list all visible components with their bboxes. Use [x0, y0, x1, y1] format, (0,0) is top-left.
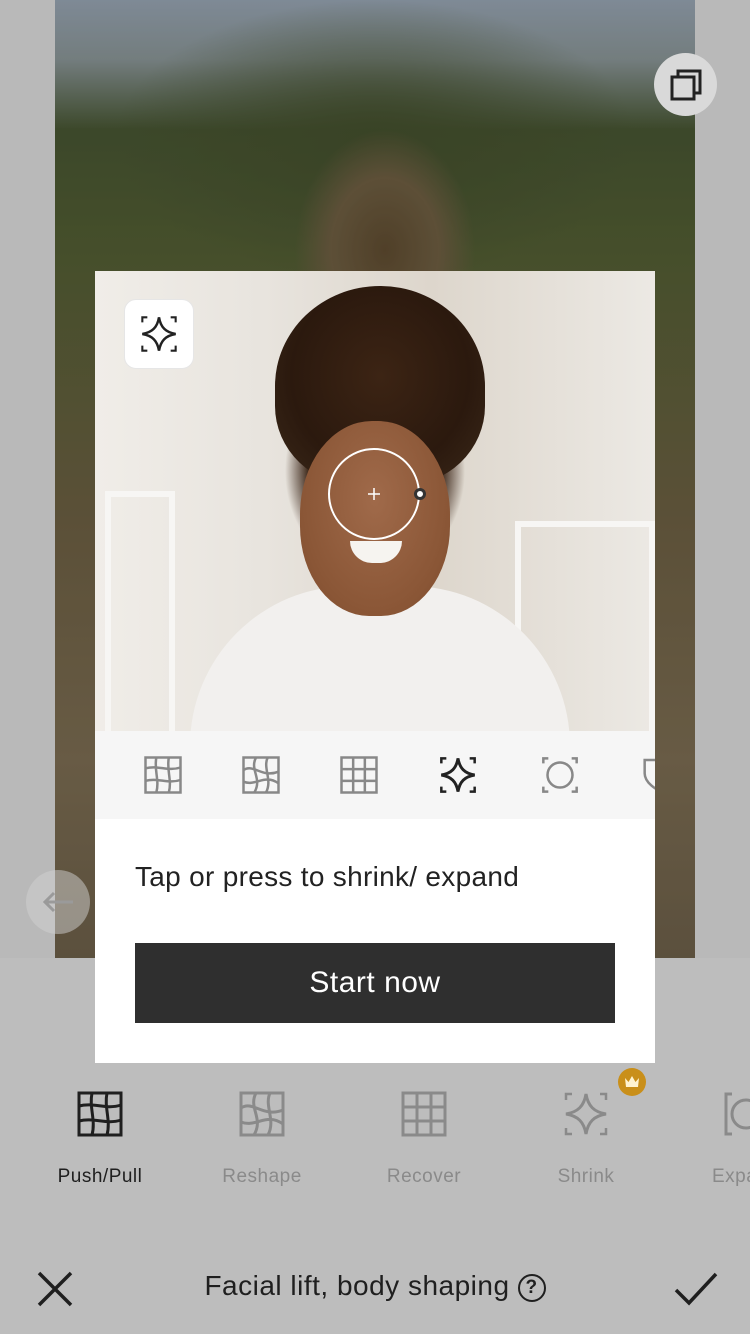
shrink-icon	[440, 757, 476, 793]
tool-expand[interactable]: Expa	[690, 1090, 750, 1200]
tool-label: Reshape	[222, 1166, 302, 1187]
shrink-icon	[564, 1092, 608, 1136]
help-icon[interactable]: ?	[517, 1274, 546, 1302]
checkmark-icon[interactable]	[673, 1268, 719, 1310]
tool-label: Push/Pull	[57, 1166, 143, 1187]
premium-badge	[618, 1068, 646, 1096]
tool-label: Expa	[712, 1166, 750, 1187]
tutorial-tool-strip	[95, 731, 655, 819]
shield-icon	[643, 758, 655, 790]
feature-title-text: Facial lift, body shaping	[204, 1270, 510, 1301]
brush-size-handle	[414, 488, 426, 500]
expand-icon	[724, 1092, 750, 1136]
tool-recover[interactable]: Recover	[364, 1090, 484, 1200]
tool-shrink[interactable]: Shrink	[526, 1090, 646, 1200]
tool-label: Shrink	[557, 1166, 615, 1187]
sparkle-icon	[141, 316, 177, 352]
feature-badge	[124, 299, 194, 369]
recover-icon	[401, 1091, 447, 1137]
tool-label: Recover	[386, 1166, 462, 1187]
start-now-button[interactable]: Start now	[135, 943, 615, 1023]
compare-icon	[670, 69, 701, 100]
reshape-icon	[239, 1091, 285, 1137]
tutorial-modal: Tap or press to shrink/ expand Start now	[95, 271, 655, 1063]
push-pull-icon	[77, 1091, 123, 1137]
plus-icon	[368, 488, 380, 500]
push-pull-icon	[144, 756, 182, 794]
background-door	[105, 491, 175, 731]
tutorial-description: Tap or press to shrink/ expand	[135, 861, 520, 892]
expand-icon	[542, 757, 578, 793]
tool-push-pull[interactable]: Push/Pull	[40, 1090, 160, 1200]
crown-icon	[625, 1076, 639, 1087]
feature-title: Facial lift, body shaping?	[0, 1270, 750, 1302]
arrow-left-icon	[42, 891, 73, 913]
compare-button[interactable]	[654, 53, 717, 116]
undo-button[interactable]	[26, 870, 90, 934]
recover-icon	[340, 756, 378, 794]
reshape-icon	[242, 756, 280, 794]
tool-reshape[interactable]: Reshape	[202, 1090, 322, 1200]
tutorial-preview-image	[95, 271, 655, 731]
